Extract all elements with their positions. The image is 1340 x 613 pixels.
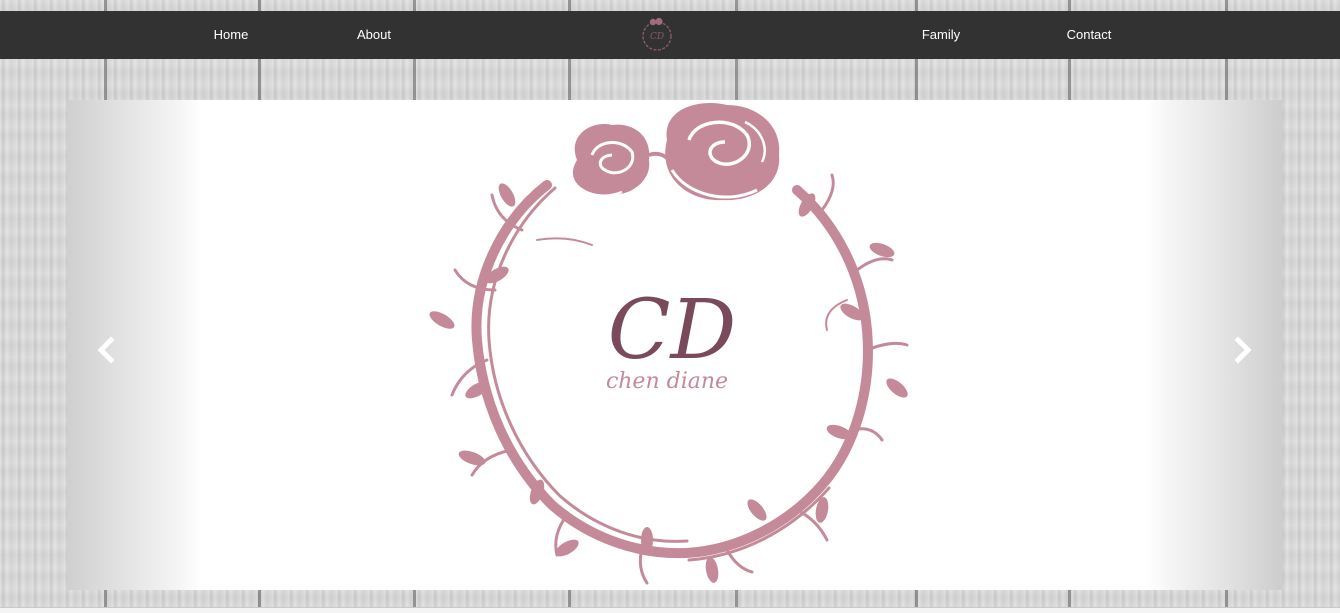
slide-monogram: CD [608, 283, 737, 378]
slide-name: chen diane [606, 369, 728, 394]
chevron-left-icon [97, 336, 115, 364]
navbar: Home About CD Family Contact [0, 11, 1340, 59]
nav-logo[interactable]: CD [639, 16, 675, 52]
carousel-next-button[interactable] [1222, 330, 1262, 370]
slide-logo-image: CD chen diane [429, 103, 909, 585]
nav-link-contact[interactable]: Contact [1067, 11, 1112, 59]
nav-link-home[interactable]: Home [214, 11, 249, 59]
wood-background-top [0, 0, 1340, 11]
nav-logo-monogram: CD [650, 32, 664, 42]
page-bottom-border [0, 607, 1340, 613]
carousel: CD chen diane [67, 100, 1282, 590]
chevron-right-icon [1234, 336, 1252, 364]
nav-link-about[interactable]: About [357, 11, 391, 59]
carousel-prev-button[interactable] [87, 330, 127, 370]
rose-icon [565, 103, 780, 201]
nav-link-family[interactable]: Family [922, 11, 960, 59]
